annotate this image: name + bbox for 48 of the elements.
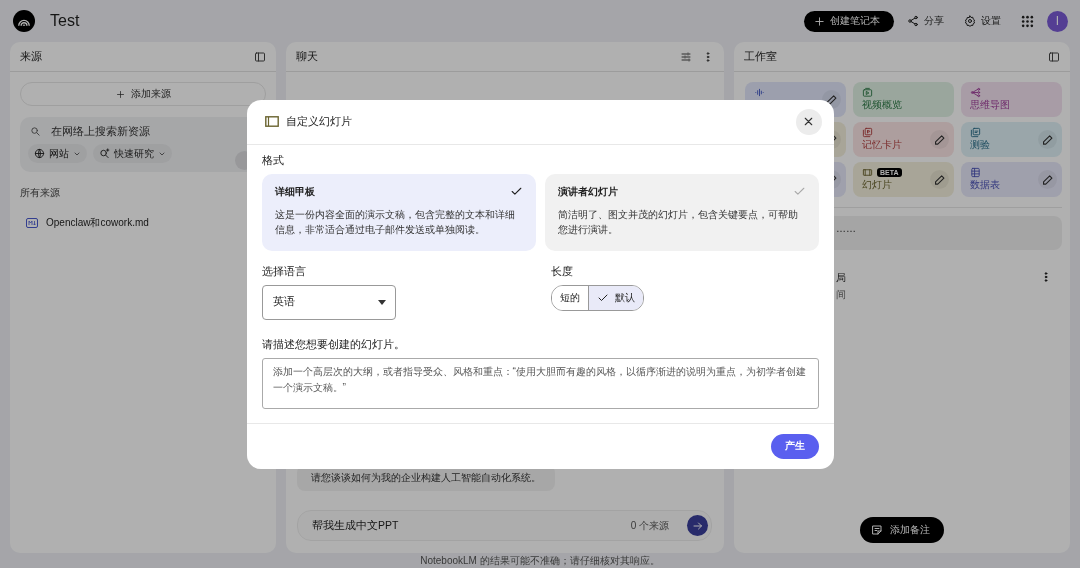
tile-label: 视频概览 xyxy=(862,98,902,112)
language-dropdown[interactable]: 英语 xyxy=(261,284,396,320)
panel-title: 来源 xyxy=(20,49,43,64)
option-title: 演讲者幻灯片 xyxy=(557,184,618,199)
dropdown-chip[interactable]: 快速研究 xyxy=(93,144,172,163)
studio-tile[interactable]: 视频概览 xyxy=(853,82,954,117)
section-label: 格式 xyxy=(261,153,284,166)
studio-tile[interactable]: 数据表 xyxy=(961,162,1062,197)
description-field[interactable]: 添加一个高层次的大纲，或者指导受众、风格和重点：“使用大胆而有趣的风格，以循序渐进的说明为重点，为初学者创建一个演示文稿。” xyxy=(261,357,819,409)
notebook-title[interactable]: Test xyxy=(50,12,804,30)
add-source-button[interactable]: 添加来源 xyxy=(20,82,266,106)
note-meta: 间 xyxy=(836,288,847,302)
share-button[interactable]: 分享 xyxy=(907,14,944,28)
search-field[interactable]: 在网络上搜索新资源 xyxy=(51,125,251,137)
tile-label: 幻灯片 xyxy=(862,178,892,192)
format-option-card[interactable]: 详细甲板 这是一份内容全面的演示文稿，包含完整的文本和详细信息，非常适合通过电子邮件发送或单独阅读。 xyxy=(261,173,536,251)
dropdown-chip[interactable]: 网站 xyxy=(28,144,87,163)
dialog-title: 自定义幻灯片 xyxy=(285,114,353,129)
length-option[interactable]: 默认 xyxy=(587,285,643,310)
tile-label: 记忆卡片 xyxy=(862,138,902,152)
option-description: 简洁明了、图文并茂的幻灯片，包含关键要点，可帮助您进行演讲。 xyxy=(557,207,799,237)
user-avatar[interactable]: I xyxy=(1047,10,1068,32)
studio-tile[interactable]: 思维导图 xyxy=(961,82,1062,117)
field-label: 请描述您想要创建的幻灯片。 xyxy=(261,337,406,352)
source-item[interactable]: Openclaw和cowork.md xyxy=(46,216,149,230)
note-title[interactable]: …… xyxy=(836,223,1052,234)
tile-label: 测验 xyxy=(970,138,990,152)
disclaimer-text: NotebookLM 的结果可能不准确；请仔细核对其响应。 xyxy=(420,553,660,568)
option-description: 这是一份内容全面的演示文稿，包含完整的文本和详细信息，非常适合通过电子邮件发送或单独阅读。 xyxy=(274,207,516,237)
studio-tile[interactable]: 测验 xyxy=(961,122,1062,157)
field-label: 选择语言 xyxy=(261,264,306,279)
tile-label: 思维导图 xyxy=(970,98,1010,112)
panel-title: 聊天 xyxy=(296,49,319,64)
option-title: 详细甲板 xyxy=(274,184,315,199)
generate-button[interactable]: 产生 xyxy=(770,433,819,459)
studio-tile[interactable]: 记忆卡片 xyxy=(853,122,954,157)
settings-button[interactable]: 设置 xyxy=(964,14,1001,28)
tile-label: 数据表 xyxy=(970,178,1000,192)
chat-input[interactable]: 帮我生成中文PPT xyxy=(312,519,623,532)
format-option-card[interactable]: 演讲者幻灯片 简洁明了、图文并茂的幻灯片，包含关键要点，可帮助您进行演讲。 xyxy=(544,173,819,251)
panel-title: 工作室 xyxy=(744,49,778,64)
chat-composer[interactable]: 帮我生成中文PPT 0 个来源 xyxy=(297,510,712,541)
create-notebook-button[interactable]: 创建笔记本 xyxy=(804,10,894,32)
field-label: 长度 xyxy=(550,264,573,279)
note-title[interactable]: 局 xyxy=(836,271,1040,285)
source-count: 0 个来源 xyxy=(630,518,669,533)
section-label: 所有来源 xyxy=(20,186,61,200)
add-note-button[interactable]: 添加备注 xyxy=(860,517,944,543)
